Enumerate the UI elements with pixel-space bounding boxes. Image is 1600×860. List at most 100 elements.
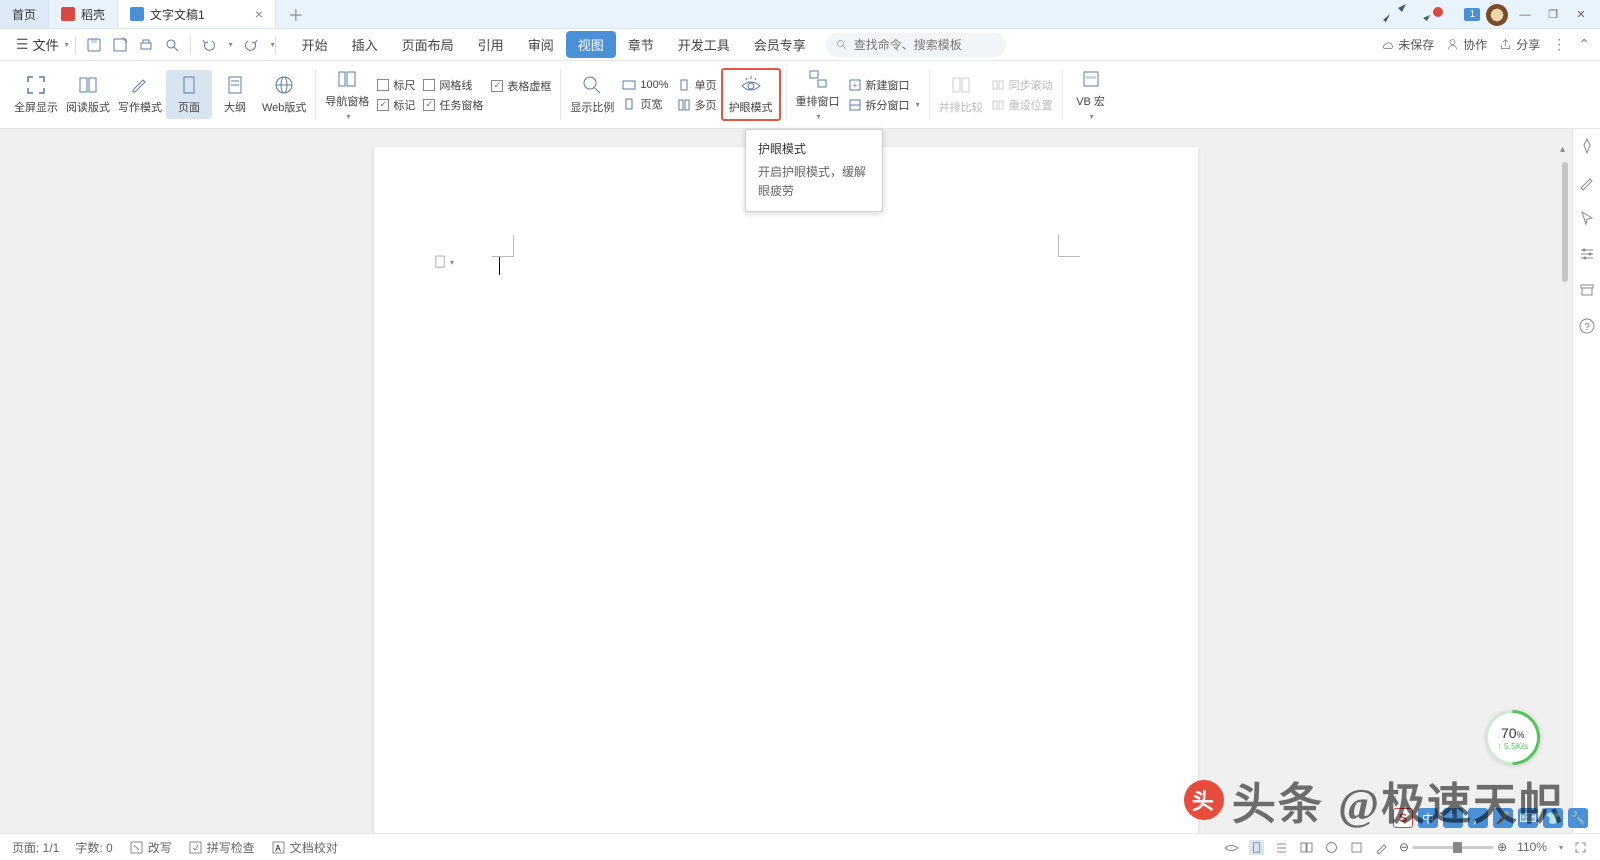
undo-icon[interactable] <box>201 37 217 53</box>
single-page-button[interactable]: 单页 <box>677 77 717 93</box>
tray-keyboard-icon[interactable]: ⌨ <box>1518 808 1538 828</box>
notification-badge[interactable]: 1 <box>1464 8 1480 21</box>
gridlines-checkbox[interactable]: 网格线 <box>423 77 483 93</box>
tab-view[interactable]: 视图 <box>566 31 616 58</box>
tray-punct-icon[interactable]: ° <box>1443 808 1463 828</box>
zoom-track[interactable] <box>1413 846 1493 849</box>
page-indicator[interactable]: 页面: 1/1 <box>12 839 59 856</box>
word-count[interactable]: 字数: 0 <box>75 839 112 856</box>
task-pane-checkbox[interactable]: 任务窗格 <box>423 97 483 113</box>
ime-zh-icon[interactable]: 中 <box>1418 808 1438 828</box>
focus-status-icon[interactable] <box>1349 840 1364 855</box>
spellcheck-button[interactable]: 拼写检查 <box>188 839 255 856</box>
outline-status-icon[interactable] <box>1274 840 1289 855</box>
tooltip-eye-mode: 护眼模式 开启护眼模式，缓解眼疲劳 <box>745 129 883 212</box>
zoom-100-button[interactable]: 100% <box>622 78 668 92</box>
web-layout-button[interactable]: Web版式 <box>258 70 310 119</box>
zoom-slider[interactable]: ⊖ ⊕ <box>1399 840 1507 854</box>
print-preview-icon[interactable] <box>164 37 180 53</box>
help-icon[interactable]: ? <box>1578 317 1596 335</box>
tab-dev-tools[interactable]: 开发工具 <box>666 31 742 58</box>
new-tab-button[interactable]: ＋ <box>282 1 310 27</box>
zoom-in-icon[interactable]: ⊕ <box>1497 840 1507 854</box>
vb-macro-button[interactable]: VB 宏▾ <box>1068 64 1114 125</box>
paragraph-handle[interactable]: ▾ <box>434 255 454 270</box>
command-search[interactable] <box>826 33 1006 57</box>
tab-document[interactable]: 文字文稿1 × <box>118 0 276 28</box>
undo-dropdown[interactable]: ▾ <box>229 40 233 49</box>
scroll-thumb[interactable] <box>1562 162 1568 282</box>
zoom-dropdown[interactable]: ▾ <box>1559 843 1563 852</box>
tray-comma-icon[interactable]: ， <box>1468 808 1488 828</box>
zoom-ratio-button[interactable]: 显示比例 <box>566 70 618 119</box>
page-layout-status-icon[interactable] <box>1249 840 1264 855</box>
rocket-icon[interactable] <box>1578 137 1596 155</box>
markup-checkbox[interactable]: 标记 <box>377 97 415 113</box>
write-mode-button[interactable]: 写作模式 <box>114 70 166 119</box>
tab-docker[interactable]: 稻壳 <box>49 0 118 28</box>
nav-pane-button[interactable]: 导航窗格▾ <box>321 64 373 125</box>
zoom-level[interactable]: 110% <box>1517 840 1547 854</box>
tab-start[interactable]: 开始 <box>290 31 340 58</box>
ime-icon[interactable]: S <box>1393 808 1413 828</box>
scroll-up-icon[interactable]: ▴ <box>1560 144 1565 155</box>
split-window-button[interactable]: 拆分窗口▾ <box>848 97 920 113</box>
magnifier-icon <box>581 74 603 96</box>
file-menu[interactable]: ☰ 文件 ▾ <box>10 35 75 54</box>
minimize-button[interactable]: — <box>1514 5 1536 25</box>
print-icon[interactable] <box>138 37 154 53</box>
tab-home[interactable]: 首页 <box>0 0 49 28</box>
settings-icon[interactable] <box>1578 245 1596 263</box>
progress-percent: 70% <box>1497 725 1528 741</box>
rearrange-window-button[interactable]: 重排窗口▾ <box>792 64 844 125</box>
fit-icon[interactable] <box>1573 840 1588 855</box>
cursor-icon[interactable] <box>1578 209 1596 227</box>
tab-references[interactable]: 引用 <box>466 31 516 58</box>
tray-skin-icon[interactable]: 👕 <box>1543 808 1563 828</box>
rewrite-button[interactable]: 改写 <box>129 839 172 856</box>
outline-button[interactable]: 大纲 <box>212 70 258 119</box>
book-icon <box>77 74 99 96</box>
tab-chapter[interactable]: 章节 <box>616 31 666 58</box>
write-status-icon[interactable] <box>1374 840 1389 855</box>
page-width-button[interactable]: 页宽 <box>622 96 668 112</box>
multi-page-button[interactable]: 多页 <box>677 97 717 113</box>
maximize-button[interactable]: ❐ <box>1542 5 1564 25</box>
redo-icon[interactable] <box>243 37 259 53</box>
eye-care-mode-button[interactable]: 护眼模式 <box>721 68 781 121</box>
unsaved-status[interactable]: 未保存 <box>1380 36 1434 53</box>
close-window-button[interactable]: ✕ <box>1570 5 1592 25</box>
archive-icon[interactable] <box>1578 281 1596 299</box>
tab-insert[interactable]: 插入 <box>340 31 390 58</box>
fullscreen-button[interactable]: 全屏显示 <box>10 70 62 119</box>
eye-mode-status-icon[interactable] <box>1224 840 1239 855</box>
ruler-checkbox[interactable]: 标尺 <box>377 77 415 93</box>
web-status-icon[interactable] <box>1324 840 1339 855</box>
read-status-icon[interactable] <box>1299 840 1314 855</box>
tab-review[interactable]: 审阅 <box>516 31 566 58</box>
proofread-button[interactable]: A文档校对 <box>271 839 338 856</box>
pen-tool-icon[interactable] <box>1578 173 1596 191</box>
zoom-knob[interactable] <box>1453 842 1462 853</box>
zoom-out-icon[interactable]: ⊖ <box>1399 840 1409 854</box>
table-dashed-checkbox[interactable]: 表格虚框 <box>491 78 551 94</box>
share-button[interactable]: 分享 <box>1499 36 1540 53</box>
tab-premium[interactable]: 会员专享 <box>742 31 818 58</box>
search-input[interactable] <box>854 38 996 52</box>
user-avatar[interactable] <box>1486 4 1508 26</box>
more-icon[interactable]: ⋮ <box>1552 36 1566 53</box>
tray-tool-icon[interactable]: 🔧 <box>1568 808 1588 828</box>
collab-button[interactable]: 协作 <box>1446 36 1487 53</box>
document-area[interactable]: ▾ <box>0 129 1572 833</box>
new-window-button[interactable]: +新建窗口 <box>848 77 920 93</box>
read-layout-button[interactable]: 阅读版式 <box>62 70 114 119</box>
tab-page-layout[interactable]: 页面布局 <box>390 31 466 58</box>
close-tab-icon[interactable]: × <box>255 6 263 22</box>
save-icon[interactable] <box>86 37 102 53</box>
save-as-icon[interactable] <box>112 37 128 53</box>
vertical-scrollbar[interactable]: ▴ <box>1558 162 1572 818</box>
tray-mic-icon[interactable]: 🎤 <box>1493 808 1513 828</box>
document-page[interactable]: ▾ <box>374 147 1198 833</box>
page-button[interactable]: 页面 <box>166 70 212 119</box>
collapse-ribbon-icon[interactable]: ⌃ <box>1578 36 1590 53</box>
